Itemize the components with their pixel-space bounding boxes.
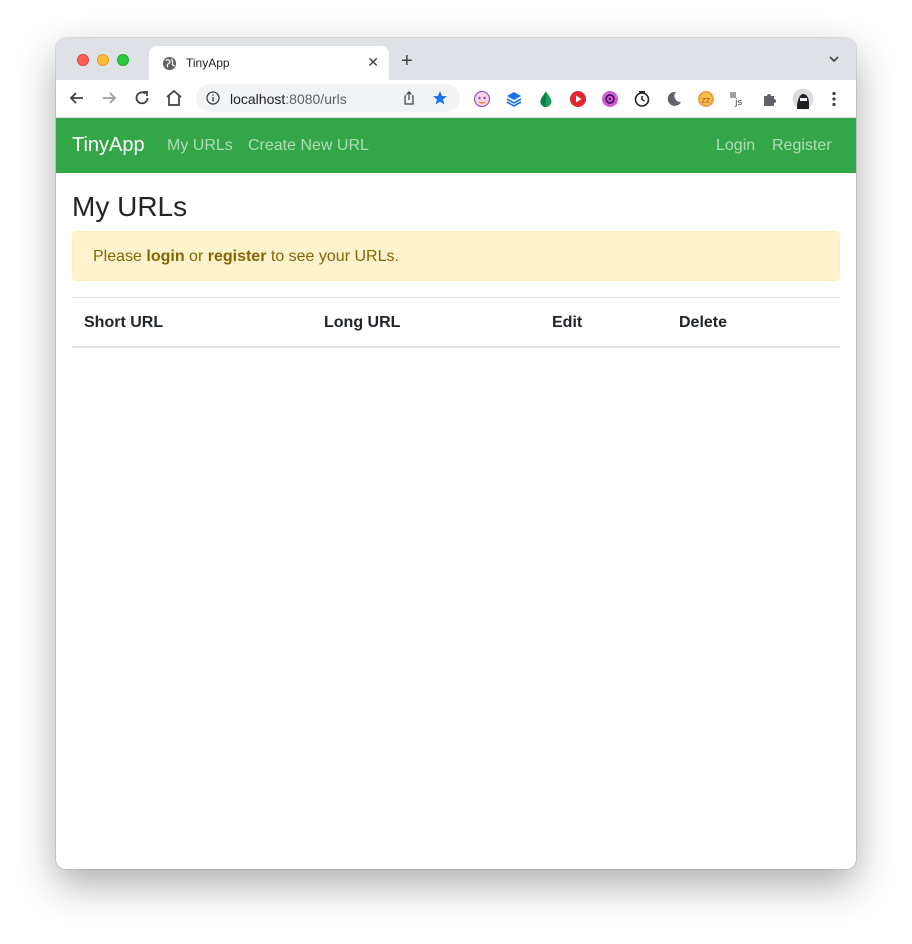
clock-icon[interactable] — [633, 90, 651, 108]
alert-login-word: login — [146, 248, 185, 265]
nav-link-my-urls[interactable]: My URLs — [167, 137, 233, 155]
back-arrow-icon[interactable] — [67, 88, 87, 108]
navbar-brand[interactable]: TinyApp — [72, 134, 145, 157]
address-url[interactable]: localhost:8080/urls — [230, 91, 347, 107]
puzzle-icon[interactable] — [761, 90, 779, 108]
tab-close-icon[interactable]: ✕ — [367, 55, 379, 69]
globe-icon — [162, 56, 177, 71]
kebab-menu-icon[interactable] — [826, 90, 842, 108]
table-top-border — [72, 297, 840, 298]
page-title: My URLs — [72, 191, 188, 222]
drop-icon[interactable] — [537, 90, 555, 108]
table-header-long-url: Long URL — [324, 314, 401, 331]
window-minimize-button[interactable] — [97, 54, 109, 66]
new-tab-icon[interactable]: + — [401, 51, 413, 71]
profile-avatar[interactable] — [792, 88, 814, 110]
login-alert: Please login or register to see your URL… — [72, 231, 840, 281]
address-bar[interactable]: localhost:8080/urls — [196, 84, 460, 112]
tab-strip: TinyApp ✕ + — [56, 38, 856, 80]
browser-window: TinyApp ✕ + localhost:8080/urls zz js Ti… — [56, 38, 856, 869]
alert-message: Please login or register to see your URL… — [93, 248, 399, 266]
url-host: localhost — [230, 91, 286, 107]
svg-text:js: js — [734, 98, 743, 108]
nav-link-create-new-url[interactable]: Create New URL — [248, 137, 369, 155]
svg-text:zz: zz — [702, 96, 710, 105]
layers-icon[interactable] — [505, 90, 523, 108]
app-navbar: TinyApp My URLs Create New URL Login Reg… — [56, 118, 856, 173]
url-path: :8080/urls — [285, 91, 347, 107]
page-viewport: TinyApp My URLs Create New URL Login Reg… — [56, 118, 856, 869]
zzz-icon[interactable]: zz — [697, 90, 715, 108]
share-icon[interactable] — [402, 91, 416, 105]
tab-title: TinyApp — [186, 56, 230, 70]
alert-prefix: Please — [93, 248, 147, 265]
music-icon[interactable] — [601, 90, 619, 108]
youtube-icon[interactable] — [569, 90, 587, 108]
window-close-button[interactable] — [77, 54, 89, 66]
alert-middle: or — [184, 248, 208, 265]
nav-link-login[interactable]: Login — [716, 137, 755, 155]
table-header-short-url: Short URL — [84, 314, 164, 331]
window-maximize-button[interactable] — [117, 54, 129, 66]
alert-suffix: to see your URLs. — [266, 248, 399, 265]
home-icon[interactable] — [164, 88, 184, 108]
cat-extension-icon[interactable] — [473, 90, 491, 108]
nav-link-register[interactable]: Register — [772, 137, 832, 155]
alert-register-word: register — [207, 248, 267, 265]
info-icon[interactable] — [206, 91, 220, 105]
browser-tab[interactable]: TinyApp ✕ — [149, 46, 389, 80]
browser-toolbar: localhost:8080/urls zz js — [56, 80, 856, 118]
moon-icon[interactable] — [665, 90, 683, 108]
reload-icon[interactable] — [132, 88, 152, 108]
table-header-delete: Delete — [679, 314, 728, 331]
chevron-down-icon[interactable] — [828, 53, 840, 65]
bookmark-star-icon[interactable] — [432, 90, 448, 106]
js-icon[interactable]: js — [729, 90, 747, 108]
table-header-border — [72, 346, 840, 348]
forward-arrow-icon[interactable] — [99, 88, 119, 108]
table-header-edit: Edit — [552, 314, 583, 331]
